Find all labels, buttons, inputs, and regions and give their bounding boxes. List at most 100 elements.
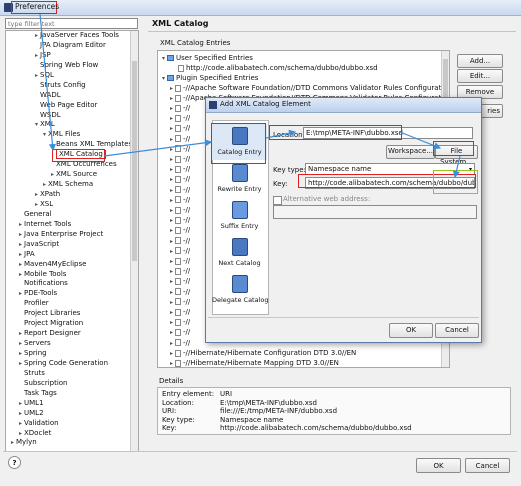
expand-toggle-icon[interactable]: ▸ [17,349,24,359]
plugin-specified-node[interactable]: ▾ Plugin Specified Entries [160,74,258,83]
expand-icon[interactable]: ▸ [168,226,175,235]
expand-icon[interactable]: ▸ [168,186,175,195]
expand-toggle-icon[interactable]: ▸ [9,438,16,448]
alt-web-address-checkbox[interactable] [273,196,282,205]
tree-item[interactable]: Project Libraries [6,309,132,319]
dialog-cancel-button[interactable]: Cancel [435,323,479,338]
expand-icon[interactable]: ▸ [168,216,175,225]
expand-toggle-icon[interactable]: ▸ [33,71,40,81]
tree-item[interactable]: ▸ JavaServer Faces Tools [6,31,132,41]
user-specified-node[interactable]: ▾ User Specified Entries [160,54,253,63]
plugin-entry-row[interactable]: ▸ -// [168,339,190,348]
plugin-entry-row[interactable]: ▸ -// [168,104,190,113]
tree-item[interactable]: ▸ UML1 [6,399,132,409]
alt-web-address-field[interactable] [273,205,477,219]
tree-scrollbar[interactable] [130,31,138,451]
tree-item[interactable]: ▸ Spring [6,349,132,359]
expand-toggle-icon[interactable]: ▸ [17,409,24,419]
expand-icon[interactable]: ▸ [168,135,175,144]
expand-icon[interactable]: ▸ [168,247,175,256]
tree-scroll-thumb[interactable] [132,61,137,261]
expand-toggle-icon[interactable]: ▾ [41,130,48,140]
plugin-entry-row[interactable]: ▸ -// [168,237,190,246]
tree-item[interactable]: Notifications [6,279,132,289]
expand-toggle-icon[interactable]: ▸ [17,230,24,240]
expand-icon[interactable]: ▸ [168,94,175,103]
expand-toggle-icon[interactable]: ▸ [17,270,24,280]
tree-item[interactable]: ▾ XML Files [6,130,132,140]
workspace-button[interactable]: Workspace... [386,145,435,159]
plugin-entry-row[interactable]: ▸ -// [168,318,190,327]
tree-item[interactable]: ▸ PDE-Tools [6,289,132,299]
tree-item[interactable]: ▸ Servers [6,339,132,349]
tree-item[interactable]: ▸ JSP [6,51,132,61]
plugin-entry-row[interactable]: ▸ -// [168,165,190,174]
expand-icon[interactable]: ▸ [168,145,175,154]
expand-icon[interactable]: ▸ [168,104,175,113]
tree-item[interactable]: Struts Config [6,81,132,91]
expand-toggle-icon[interactable]: ▸ [33,200,40,210]
expand-toggle-icon[interactable]: ▸ [41,180,48,190]
plugin-entry-row[interactable]: ▸ -// [168,247,190,256]
dialog-ok-button[interactable]: OK [389,323,433,338]
plugin-entry-row[interactable]: ▸ -// [168,175,190,184]
expand-icon[interactable]: ▸ [168,114,175,123]
tree-item[interactable]: ▸ JPA [6,250,132,260]
help-button[interactable]: ? [8,456,21,469]
tree-item[interactable]: ▸ XDoclet [6,429,132,439]
plugin-entry-row[interactable]: ▸ -// [168,124,190,133]
plugin-entry-row[interactable]: ▸ -// [168,206,190,215]
expand-toggle-icon[interactable]: ▾ [33,120,40,130]
tree-item[interactable]: ▸ Mylyn [6,438,132,448]
cancel-button[interactable]: Cancel [465,458,510,473]
expand-icon[interactable]: ▸ [168,288,175,297]
plugin-entry-row[interactable]: ▸ -// [168,328,190,337]
expand-icon[interactable]: ▾ [160,54,167,63]
expand-icon[interactable]: ▸ [168,318,175,327]
tree-item[interactable]: ▸ Spring Code Generation [6,359,132,369]
tree-item[interactable]: Subscription [6,379,132,389]
plugin-entry-row[interactable]: ▸ -// [168,135,190,144]
tree-item[interactable]: WADL [6,91,132,101]
expand-toggle-icon[interactable]: ▸ [33,31,40,41]
expand-icon[interactable]: ▸ [168,308,175,317]
expand-icon[interactable]: ▸ [168,298,175,307]
tree-item[interactable]: ▸ XML Schema [6,180,132,190]
plugin-entry-row[interactable]: ▸ -// [168,288,190,297]
tree-item[interactable]: Struts [6,369,132,379]
tree-item[interactable]: ▸ JavaScript [6,240,132,250]
expand-toggle-icon[interactable]: ▸ [17,250,24,260]
expand-toggle-icon[interactable]: ▸ [17,339,24,349]
plugin-entry-row[interactable]: ▸ -// [168,216,190,225]
tree-item[interactable]: Web Page Editor [6,101,132,111]
plugin-entry-row[interactable]: ▸ -// [168,186,190,195]
expand-icon[interactable]: ▸ [168,339,175,348]
tree-item[interactable]: General [6,210,132,220]
tree-item[interactable]: ▸ Java Enterprise Project [6,230,132,240]
tree-item[interactable]: ▸ XML Source [6,170,132,180]
edit-button[interactable]: Edit... [457,69,503,83]
tree-item[interactable]: Profiler [6,299,132,309]
filter-input[interactable] [5,18,138,29]
tree-item[interactable]: Project Migration [6,319,132,329]
expand-icon[interactable]: ▸ [168,196,175,205]
plugin-entry-row[interactable]: ▸ -// [168,114,190,123]
tree-item[interactable]: ▸ Report Designer [6,329,132,339]
tree-item[interactable]: ▸ Internet Tools [6,220,132,230]
expand-icon[interactable]: ▸ [168,84,175,93]
expand-icon[interactable]: ▸ [168,155,175,164]
plugin-entry-row[interactable]: ▸ -// [168,267,190,276]
expand-toggle-icon[interactable]: ▸ [33,190,40,200]
tree-item[interactable]: ▸ XPath [6,190,132,200]
tree-item[interactable]: ▸ Validation [6,419,132,429]
tree-item[interactable]: ▸ UML2 [6,409,132,419]
plugin-entry-row[interactable]: ▸ -//Hibernate/Hibernate Configuration DT… [168,349,356,358]
sidebar-item-next-catalog[interactable]: Next Catalog [212,235,267,271]
plugin-entry-row[interactable]: ▸ -// [168,145,190,154]
expand-icon[interactable]: ▸ [168,206,175,215]
expand-icon[interactable]: ▸ [168,237,175,246]
expand-icon[interactable]: ▸ [168,359,175,367]
expand-toggle-icon[interactable]: ▸ [17,260,24,270]
entries-scroll-thumb[interactable] [443,59,448,99]
expand-toggle-icon[interactable]: ▸ [17,329,24,339]
